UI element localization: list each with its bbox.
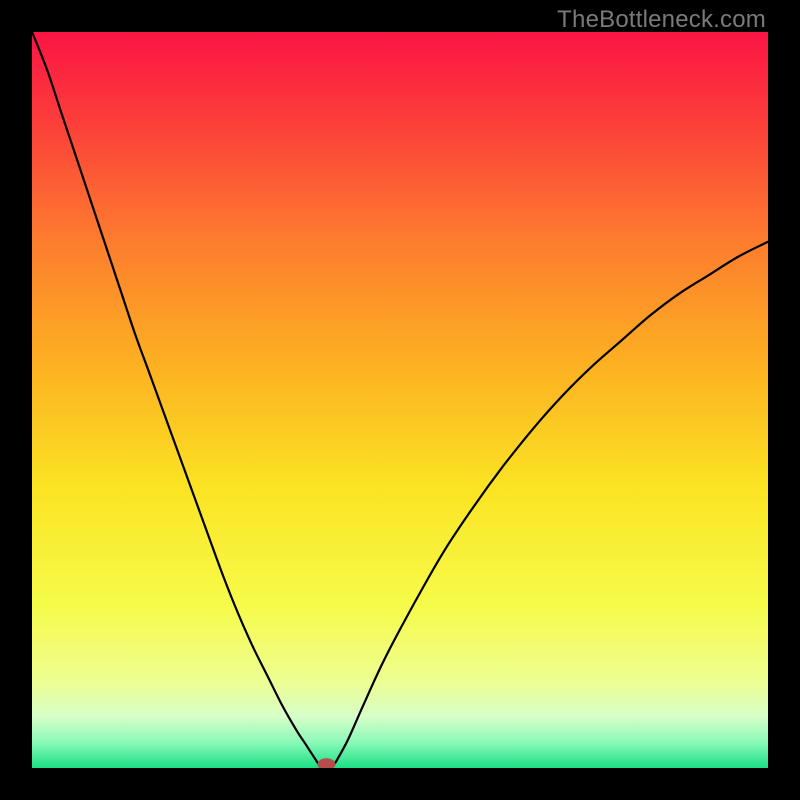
chart-frame: TheBottleneck.com [0, 0, 800, 800]
plot-area [32, 32, 768, 768]
bottleneck-chart-svg [32, 32, 768, 768]
gradient-background [32, 32, 768, 768]
watermark-text: TheBottleneck.com [557, 6, 766, 34]
